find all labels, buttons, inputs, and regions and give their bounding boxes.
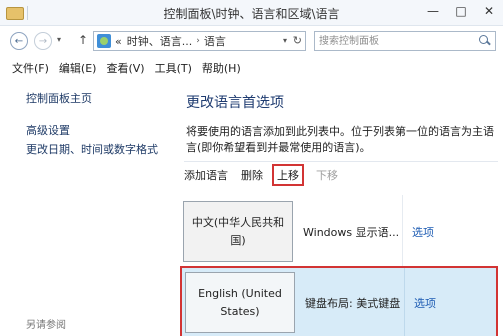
page-title: 更改语言首选项 — [186, 95, 284, 111]
move-down-button[interactable]: 下移 — [316, 167, 338, 183]
breadcrumb-overflow[interactable]: « — [115, 35, 122, 48]
refresh-icon[interactable]: ↻ — [293, 34, 302, 47]
maximize-button[interactable]: □ — [447, 0, 475, 22]
menu-help[interactable]: 帮助(H) — [198, 57, 245, 77]
main-pane: 更改语言首选项 将要使用的语言添加到此列表中。位于列表第一位的语言为主语言(即你… — [170, 78, 503, 336]
control-panel-home-link[interactable]: 控制面板主页 — [26, 90, 92, 106]
language-name[interactable]: 中文(中华人民共和国) — [183, 201, 293, 262]
window-controls: — □ ✕ — [419, 0, 503, 22]
language-info: Windows 显示语... — [303, 226, 400, 239]
forward-button[interactable]: → — [34, 32, 52, 50]
search-input[interactable] — [319, 34, 469, 48]
address-bar-area: ← → ▾ ↑ « 时钟、语言... › 语言 ▾ ↻ — [0, 26, 503, 56]
remove-button[interactable]: 删除 — [241, 167, 263, 183]
menu-file[interactable]: 文件(F) — [8, 57, 53, 77]
breadcrumb-clock-language[interactable]: 时钟、语言... — [127, 33, 193, 49]
column-divider — [402, 195, 403, 268]
menu-bar: 文件(F) 编辑(E) 查看(V) 工具(T) 帮助(H) — [0, 57, 503, 77]
address-dropdown-icon[interactable]: ▾ — [283, 36, 287, 45]
page-description: 将要使用的语言添加到此列表中。位于列表第一位的语言为主语言(即你希望看到并最常使… — [186, 125, 494, 154]
menu-edit[interactable]: 编辑(E) — [55, 57, 101, 77]
language-row-selected[interactable]: English (United States) 键盘布局: 美式键盘 选项 — [180, 266, 498, 336]
see-also-label: 另请参阅 — [26, 320, 66, 331]
menu-tools[interactable]: 工具(T) — [151, 57, 196, 77]
search-icon[interactable] — [478, 34, 491, 47]
search-box[interactable] — [314, 31, 496, 51]
up-button[interactable]: ↑ — [78, 33, 88, 47]
control-panel-icon — [97, 34, 111, 48]
recent-locations-dropdown[interactable]: ▾ — [57, 35, 61, 44]
close-button[interactable]: ✕ — [475, 0, 503, 22]
menu-view[interactable]: 查看(V) — [102, 57, 148, 77]
minimize-button[interactable]: — — [419, 0, 447, 22]
advanced-settings-link[interactable]: 高级设置 — [26, 122, 70, 138]
change-date-time-format-link[interactable]: 更改日期、时间或数字格式 — [26, 141, 158, 157]
toolbar-divider — [184, 161, 498, 162]
address-field[interactable]: « 时钟、语言... › 语言 ▾ ↻ — [93, 31, 306, 51]
breadcrumb-language[interactable]: 语言 — [204, 33, 226, 49]
title-bar: 控制面板\时钟、语言和区域\语言 — □ ✕ — [0, 0, 503, 26]
breadcrumb-separator-icon[interactable]: › — [196, 36, 200, 46]
back-button[interactable]: ← — [10, 32, 28, 50]
language-name[interactable]: English (United States) — [185, 272, 295, 333]
left-pane: 控制面板主页 高级设置 更改日期、时间或数字格式 另请参阅 — [0, 78, 170, 336]
column-divider — [404, 268, 405, 336]
add-language-button[interactable]: 添加语言 — [184, 167, 228, 183]
language-row[interactable]: 中文(中华人民共和国) Windows 显示语... 选项 — [180, 195, 498, 268]
language-info: 键盘布局: 美式键盘 — [305, 297, 401, 310]
language-options-link[interactable]: 选项 — [414, 295, 436, 311]
language-options-link[interactable]: 选项 — [412, 224, 434, 240]
move-up-button[interactable]: 上移 — [272, 164, 304, 186]
